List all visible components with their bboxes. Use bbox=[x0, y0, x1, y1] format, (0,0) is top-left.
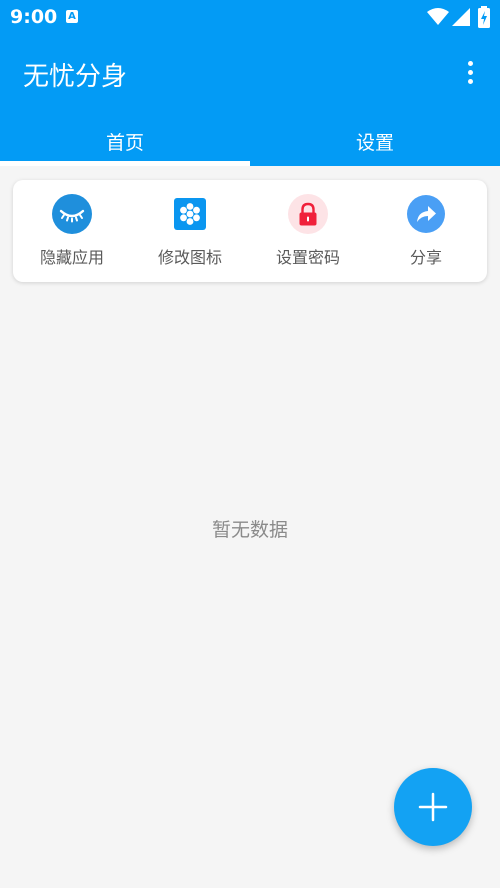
closed-eye-icon bbox=[52, 194, 92, 234]
tab-settings[interactable]: 设置 bbox=[250, 128, 500, 158]
hexagon-grid-icon bbox=[174, 198, 206, 230]
quick-actions-card: 隐藏应用 修改图标 设置密码 分享 bbox=[13, 180, 487, 282]
plus-icon bbox=[418, 792, 448, 822]
app-title: 无忧分身 bbox=[23, 62, 128, 92]
status-bar: 9:00 A bbox=[0, 0, 500, 34]
set-password-label: 设置密码 bbox=[275, 248, 340, 267]
change-icon-label: 修改图标 bbox=[157, 248, 222, 267]
lock-icon bbox=[288, 194, 328, 234]
hide-app-label: 隐藏应用 bbox=[39, 248, 104, 267]
app-bar: 9:00 A 无忧分身 首页 设置 bbox=[0, 0, 500, 166]
battery-icon bbox=[478, 6, 490, 28]
more-vert-icon[interactable] bbox=[458, 58, 482, 88]
empty-state-text: 暂无数据 bbox=[211, 519, 288, 541]
add-fab-button[interactable] bbox=[394, 768, 472, 846]
tab-indicator bbox=[0, 161, 250, 166]
change-icon-button[interactable]: 修改图标 bbox=[131, 194, 249, 274]
signal-icon bbox=[452, 8, 470, 26]
tab-home[interactable]: 首页 bbox=[0, 128, 250, 158]
set-password-button[interactable]: 设置密码 bbox=[249, 194, 367, 274]
a-icon: A bbox=[66, 10, 78, 23]
share-icon bbox=[407, 195, 445, 233]
hide-app-button[interactable]: 隐藏应用 bbox=[13, 194, 131, 274]
wifi-icon bbox=[427, 8, 449, 25]
share-button[interactable]: 分享 bbox=[367, 194, 485, 274]
share-label: 分享 bbox=[409, 248, 442, 267]
status-time: 9:00 bbox=[10, 6, 58, 28]
